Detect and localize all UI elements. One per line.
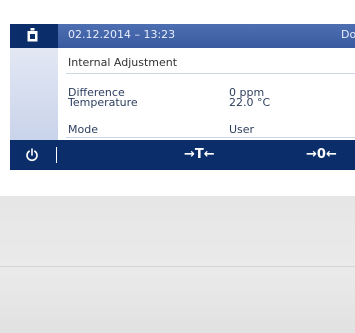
action-bar: →T← →0←: [10, 140, 355, 170]
tare-label: →T←: [184, 147, 215, 162]
mode-value: User: [229, 123, 255, 136]
zero-label: →0←: [306, 147, 337, 162]
tare-button[interactable]: →T←: [178, 140, 258, 170]
housing-lower: [0, 196, 355, 333]
adjustment-panel: Internal Adjustment Difference 0 ppm Tem…: [58, 48, 355, 140]
weight-icon: [27, 28, 38, 42]
power-icon: [26, 148, 38, 162]
device-housing: 02.12.2014 – 13:23 Do Internal Adjustmen…: [0, 0, 355, 333]
mode-label: Mode: [68, 123, 98, 136]
zero-button[interactable]: →0←: [306, 140, 355, 170]
temperature-label: Temperature: [68, 96, 138, 109]
user-label[interactable]: Do: [341, 28, 355, 41]
weighing-app-button[interactable]: [10, 24, 58, 48]
display-bezel: 02.12.2014 – 13:23 Do Internal Adjustmen…: [0, 0, 355, 197]
action-separator: [56, 147, 57, 163]
datetime-display: 02.12.2014 – 13:23: [68, 28, 176, 41]
title-divider: [66, 73, 355, 74]
mode-divider: [66, 137, 355, 138]
temperature-value: 22.0 °C: [229, 96, 271, 109]
touch-screen: 02.12.2014 – 13:23 Do Internal Adjustmen…: [10, 24, 355, 170]
power-button[interactable]: [10, 140, 54, 170]
panel-title: Internal Adjustment: [68, 56, 178, 69]
housing-ridge: [0, 266, 355, 267]
